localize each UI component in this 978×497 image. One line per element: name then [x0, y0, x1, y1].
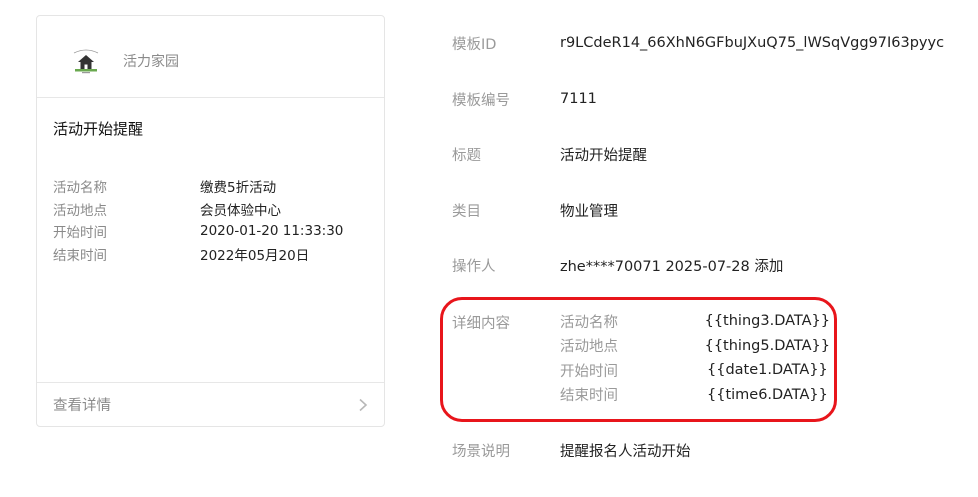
field-key: 开始时间 [53, 225, 107, 242]
title-label: 标题 [452, 147, 481, 164]
field-value: 会员体验中心 [200, 202, 281, 219]
content-key: 活动地点 [560, 339, 618, 356]
content-value: {{time6.DATA}} [707, 386, 828, 403]
view-details-label: 查看详情 [53, 398, 111, 414]
category-label: 类目 [452, 203, 481, 220]
preview-field-row: 结束时间 2022年05月20日 [53, 243, 373, 266]
content-field-row: 开始时间 {{date1.DATA}} [560, 358, 830, 383]
view-details-link[interactable]: 查看详情 [37, 382, 384, 426]
content-key: 开始时间 [560, 363, 618, 380]
message-title: 活动开始提醒 [53, 120, 144, 138]
field-value: 2022年05月20日 [200, 247, 310, 264]
detail-row-operator: 操作人 zhe****70071 2025-07-28 添加 [452, 253, 783, 277]
detail-row-scene: 场景说明 提醒报名人活动开始 [452, 438, 691, 462]
detail-row-template-id: 模板ID r9LCdeR14_66XhN6GFbuJXuQ75_lWSqVgg9… [452, 31, 944, 55]
template-no-value: 7111 [560, 91, 597, 107]
field-value: 2020-01-20 11:33:30 [200, 223, 344, 240]
preview-field-row: 活动地点 会员体验中心 [53, 198, 373, 221]
field-key: 结束时间 [53, 247, 107, 264]
card-header: 活力家园 [37, 16, 384, 98]
content-field-row: 活动地点 {{thing5.DATA}} [560, 334, 830, 359]
template-id-label: 模板ID [452, 36, 497, 53]
message-preview-card: 活力家园 活动开始提醒 活动名称 缴费5折活动 活动地点 会员体验中心 开始时间… [36, 15, 385, 427]
scene-value: 提醒报名人活动开始 [560, 443, 691, 460]
preview-field-row: 活动名称 缴费5折活动 [53, 175, 373, 198]
preview-field-row: 开始时间 2020-01-20 11:33:30 [53, 220, 373, 243]
content-value: {{thing5.DATA}} [704, 337, 830, 354]
field-key: 活动名称 [53, 180, 107, 197]
template-id-value: r9LCdeR14_66XhN6GFbuJXuQ75_lWSqVgg97I63p… [560, 35, 945, 51]
detail-row-category: 类目 物业管理 [452, 198, 618, 222]
scene-label: 场景说明 [452, 443, 510, 460]
content-key: 活动名称 [560, 314, 618, 331]
content-field-row: 结束时间 {{time6.DATA}} [560, 383, 830, 408]
chevron-right-icon [359, 398, 368, 411]
detail-row-template-no: 模板编号 7111 [452, 87, 597, 111]
content-fields: 活动名称 {{thing3.DATA}} 活动地点 {{thing5.DATA}… [560, 309, 830, 407]
house-logo-icon [73, 49, 99, 74]
content-label: 详细内容 [452, 316, 510, 332]
template-no-label: 模板编号 [452, 92, 510, 109]
content-field-row: 活动名称 {{thing3.DATA}} [560, 309, 830, 334]
detail-row-title: 标题 活动开始提醒 [452, 142, 647, 166]
preview-fields: 活动名称 缴费5折活动 活动地点 会员体验中心 开始时间 2020-01-20 … [53, 175, 373, 265]
content-value: {{date1.DATA}} [707, 362, 828, 379]
operator-value: zhe****70071 2025-07-28 添加 [560, 258, 784, 275]
field-key: 活动地点 [53, 202, 107, 219]
title-value: 活动开始提醒 [560, 147, 647, 164]
content-value: {{thing3.DATA}} [704, 313, 830, 330]
field-value: 缴费5折活动 [200, 180, 277, 197]
operator-label: 操作人 [452, 258, 496, 275]
content-key: 结束时间 [560, 388, 618, 405]
brand-name: 活力家园 [123, 54, 179, 70]
category-value: 物业管理 [560, 203, 618, 220]
